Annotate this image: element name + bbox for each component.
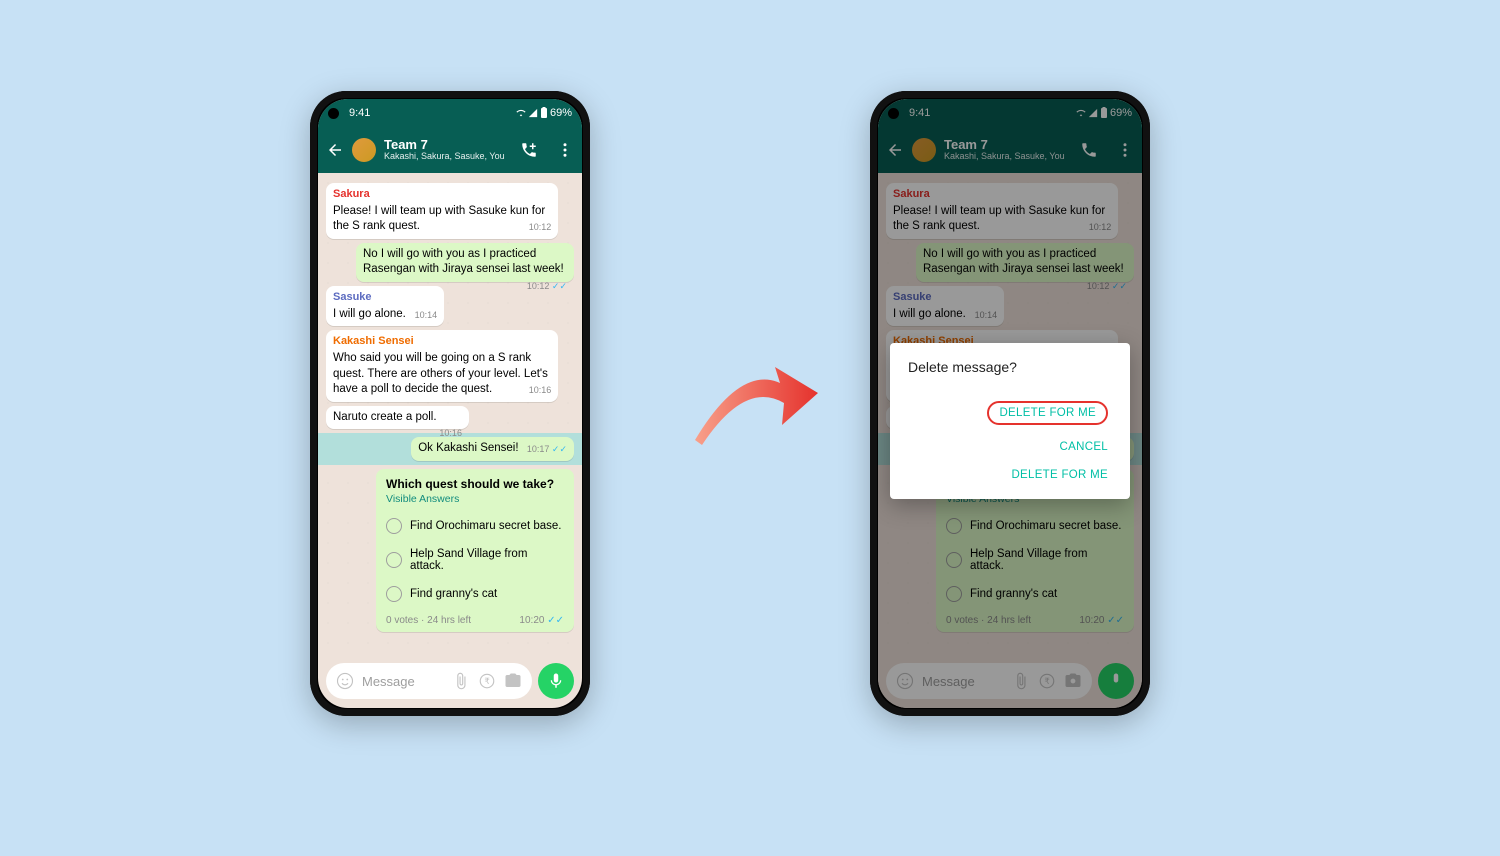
radio-icon [386,518,402,534]
poll-option-2[interactable]: Help Sand Village from attack. [386,541,564,579]
message-sasuke[interactable]: Sasuke I will go alone. 10:14 [326,286,444,326]
read-tick-icon: ✓✓ [552,281,567,291]
chat-area[interactable]: Sakura Please! I will team up with Sasuk… [318,173,582,660]
wifi-icon [516,108,526,118]
message-kakashi-2[interactable]: Naruto create a poll. 10:16 [326,406,469,430]
input-bar: Message ₹ [326,662,574,700]
chat-header[interactable]: Team 7 Kakashi, Sakura, Sasuke, You [318,127,582,173]
sender-name: Kakashi Sensei [333,334,551,349]
status-battery: 69% [550,107,572,119]
selected-message-highlight[interactable]: Ok Kakashi Sensei! 10:17 ✓✓ [318,433,582,465]
message-you-1[interactable]: No I will go with you as I practiced Ras… [356,243,574,282]
poll-visible-label: Visible Answers [386,493,564,505]
message-body: Who said you will be going on a S rank q… [333,352,548,395]
group-members: Kakashi, Sakura, Sasuke, You [384,152,505,162]
delete-for-me-button-highlighted[interactable]: DELETE FOR ME [908,393,1112,433]
poll-message[interactable]: Which quest should we take? Visible Answ… [376,469,574,632]
read-tick-icon: ✓✓ [547,615,564,626]
camera-cutout-icon [328,108,339,119]
message-time: 10:14 [415,309,438,321]
message-body: Naruto create a poll. [333,411,437,423]
mic-button[interactable] [538,663,574,699]
message-you-2-selected[interactable]: Ok Kakashi Sensei! 10:17 ✓✓ [411,437,574,461]
phone-left: 9:41 69% Team 7 Kakashi, Sakura, Sasuke,… [310,91,590,716]
camera-icon[interactable] [504,672,522,690]
radio-icon [386,586,402,602]
message-time: 10:16 [529,384,552,396]
mic-icon [547,672,565,690]
phone-right: 9:41 69% Team 7 Kakashi, Sakura, Sasuke,… [870,91,1150,716]
group-avatar[interactable] [352,138,376,162]
dialog-title: Delete message? [908,359,1112,375]
status-bar: 9:41 69% [318,99,582,127]
svg-text:₹: ₹ [484,677,489,686]
more-icon[interactable] [556,141,574,159]
poll-question: Which quest should we take? [386,477,564,491]
back-icon[interactable] [326,141,344,159]
delete-dialog: Delete message? DELETE FOR ME CANCEL DEL… [890,343,1130,499]
battery-icon [540,107,548,119]
message-sakura[interactable]: Sakura Please! I will team up with Sasuk… [326,183,558,239]
radio-icon [386,552,402,568]
sender-name: Sasuke [333,290,437,305]
poll-option-3[interactable]: Find granny's cat [386,579,564,609]
cancel-button[interactable]: CANCEL [908,433,1112,461]
attach-icon[interactable] [452,672,470,690]
message-time: 10:12 [529,221,552,233]
message-time: 10:12 ✓✓ [527,280,567,292]
input-placeholder: Message [362,674,444,689]
transition-arrow-icon [690,345,820,465]
message-body: No I will go with you as I practiced Ras… [363,248,564,276]
highlight-circle-icon: DELETE FOR ME [987,401,1108,425]
message-input[interactable]: Message ₹ [326,663,532,699]
read-tick-icon: ✓✓ [552,444,567,454]
call-icon[interactable] [520,141,538,159]
delete-for-me-button[interactable]: DELETE FOR ME [908,461,1112,489]
message-kakashi-1[interactable]: Kakashi Sensei Who said you will be goin… [326,330,558,401]
poll-meta: 0 votes · 24 hrs left [386,615,471,626]
poll-time: 10:20 ✓✓ [519,615,564,626]
emoji-icon[interactable] [336,672,354,690]
message-body: Please! I will team up with Sasuke kun f… [333,205,545,233]
status-time: 9:41 [349,107,370,119]
sender-name: Sakura [333,187,551,202]
group-name: Team 7 [384,138,505,152]
signal-icon [528,108,538,118]
message-time: 10:17 ✓✓ [527,443,567,455]
message-body: Ok Kakashi Sensei! [418,442,518,454]
poll-option-1[interactable]: Find Orochimaru secret base. [386,511,564,541]
message-body: I will go alone. [333,308,406,320]
currency-icon[interactable]: ₹ [478,672,496,690]
